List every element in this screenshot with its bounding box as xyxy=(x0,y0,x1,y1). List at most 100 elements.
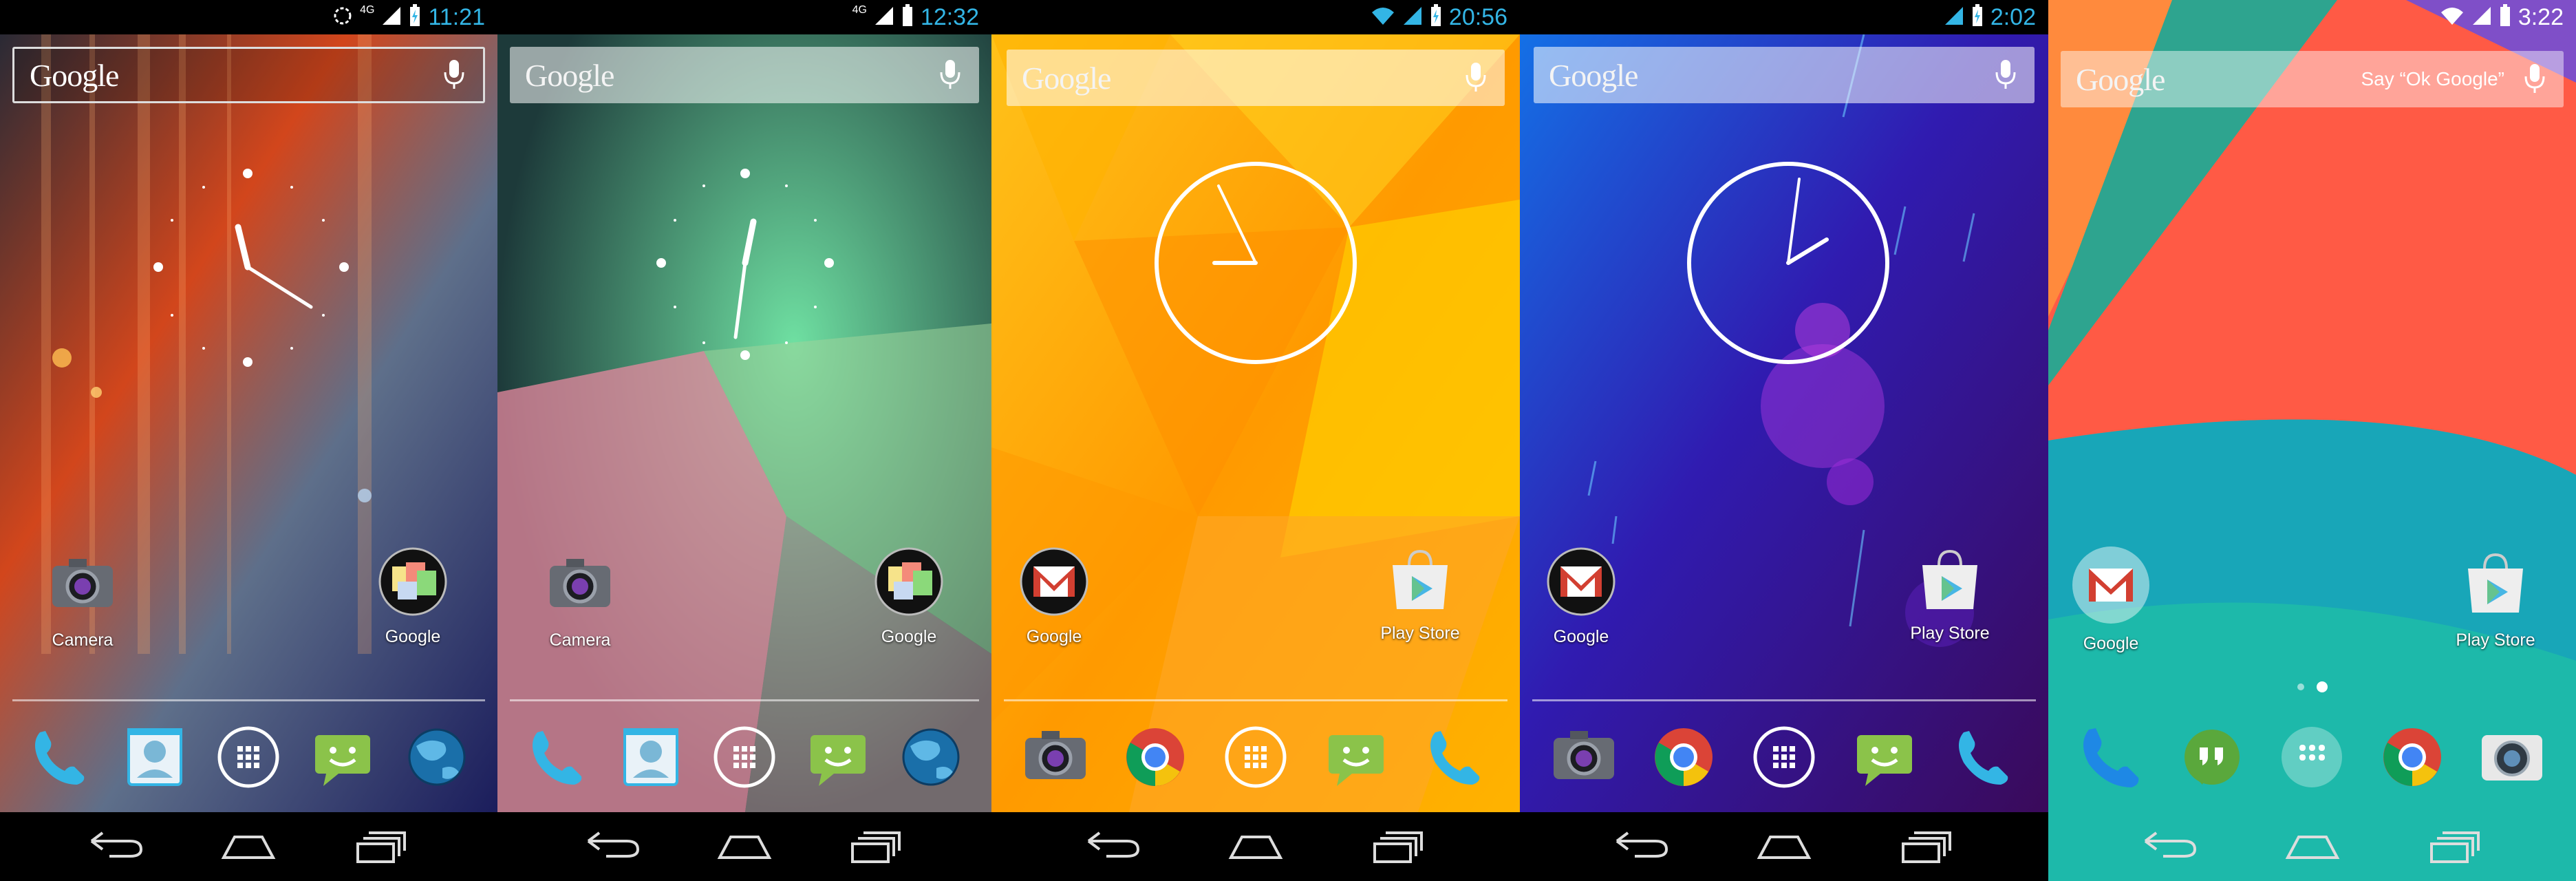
phone-screen-3: 20:56 Google Google Play Store xyxy=(991,0,1520,881)
app-label: Google xyxy=(881,627,937,646)
back-icon[interactable] xyxy=(80,826,149,867)
google-search-bar[interactable]: Google xyxy=(1007,50,1505,106)
chrome-icon[interactable] xyxy=(1646,719,1721,795)
app-google-folder[interactable]: Google xyxy=(1523,544,1640,647)
back-icon[interactable] xyxy=(1606,826,1675,867)
phone-icon[interactable] xyxy=(1418,719,1494,795)
app-camera[interactable]: Camera xyxy=(522,547,638,650)
back-icon[interactable] xyxy=(1077,826,1146,867)
app-play-store[interactable]: Play Store xyxy=(1891,547,2008,644)
app-drawer-icon[interactable] xyxy=(1218,719,1294,795)
home-icon[interactable] xyxy=(214,826,283,867)
analog-clock[interactable] xyxy=(144,158,351,372)
camera-icon[interactable] xyxy=(1018,719,1093,795)
microphone-icon[interactable] xyxy=(2521,61,2548,98)
analog-clock[interactable] xyxy=(1685,160,1891,366)
google-search-bar[interactable]: Google Say “Ok Google” xyxy=(2061,51,2564,107)
browser-globe-icon[interactable] xyxy=(893,719,969,795)
microphone-icon[interactable] xyxy=(936,56,964,94)
screenshot-strip: 4G 11:21 Google Camera Google 4G 12:32 G… xyxy=(0,0,2576,881)
recents-icon[interactable] xyxy=(348,826,417,867)
back-icon[interactable] xyxy=(2134,826,2203,867)
camera-icon[interactable] xyxy=(1546,719,1622,795)
battery-icon xyxy=(409,3,421,31)
chrome-icon[interactable] xyxy=(1117,719,1193,795)
google-logo: Google xyxy=(30,57,119,93)
browser-globe-icon[interactable] xyxy=(399,719,475,795)
app-label: Play Store xyxy=(2456,630,2535,650)
google-logo: Google xyxy=(525,57,614,93)
google-search-bar[interactable]: Google xyxy=(1534,47,2035,103)
messaging-icon[interactable] xyxy=(1318,719,1394,795)
app-play-store[interactable]: Play Store xyxy=(2437,547,2554,650)
phone-icon[interactable] xyxy=(520,719,596,795)
google-search-bar[interactable]: Google xyxy=(12,47,485,103)
hangouts-icon[interactable] xyxy=(2174,719,2250,795)
dock-divider xyxy=(510,699,979,701)
app-google-folder[interactable]: Google xyxy=(996,544,1113,647)
app-google-folder[interactable]: Google xyxy=(2052,544,2169,654)
app-google-folder[interactable]: Google xyxy=(354,544,471,647)
home-icon[interactable] xyxy=(1750,826,1818,867)
navigation-bar xyxy=(991,812,1520,881)
recents-icon[interactable] xyxy=(2422,826,2491,867)
battery-icon xyxy=(1971,3,1984,31)
play-store-icon xyxy=(1391,550,1449,611)
signal-icon xyxy=(381,6,402,30)
app-camera[interactable]: Camera xyxy=(24,547,141,650)
google-logo: Google xyxy=(1022,60,1111,96)
status-bar: 3:22 xyxy=(2048,0,2576,34)
messaging-icon[interactable] xyxy=(305,719,380,795)
analog-clock[interactable] xyxy=(642,158,848,372)
app-drawer-icon[interactable] xyxy=(2274,719,2350,795)
home-icon[interactable] xyxy=(710,826,779,867)
page-indicator xyxy=(2048,681,2576,692)
app-drawer-icon[interactable] xyxy=(1746,719,1822,795)
home-icon[interactable] xyxy=(2278,826,2347,867)
recents-icon[interactable] xyxy=(843,826,912,867)
camera-icon[interactable] xyxy=(2474,719,2550,795)
signal-icon xyxy=(1944,6,1964,30)
page-dot[interactable] xyxy=(2297,683,2304,690)
battery-icon xyxy=(1430,3,1442,31)
analog-clock[interactable] xyxy=(1152,160,1359,366)
dock-divider xyxy=(1004,699,1507,701)
status-time: 20:56 xyxy=(1448,3,1507,30)
google-search-bar[interactable]: Google xyxy=(510,47,979,103)
phone-screen-4: 2:02 Google Google Play Store xyxy=(1520,0,2048,881)
microphone-icon[interactable] xyxy=(440,56,468,94)
app-drawer-icon[interactable] xyxy=(707,719,782,795)
recents-icon[interactable] xyxy=(1893,826,1962,867)
people-icon[interactable] xyxy=(117,719,193,795)
navigation-bar xyxy=(2048,812,2576,881)
gmail-folder-icon xyxy=(1547,547,1616,616)
status-bar: 4G 12:32 xyxy=(497,0,991,34)
phone-icon[interactable] xyxy=(1946,719,2022,795)
home-icon[interactable] xyxy=(1221,826,1290,867)
battery-icon xyxy=(901,3,914,31)
wallpaper xyxy=(0,34,497,812)
signal-icon xyxy=(874,6,894,30)
dock xyxy=(2048,716,2576,798)
people-icon[interactable] xyxy=(613,719,689,795)
messaging-icon[interactable] xyxy=(1847,719,1922,795)
play-store-icon xyxy=(2467,553,2524,614)
microphone-icon[interactable] xyxy=(1462,59,1490,97)
phone-icon[interactable] xyxy=(23,719,98,795)
phone-icon[interactable] xyxy=(2074,719,2150,795)
app-label: Camera xyxy=(52,630,114,650)
app-label: Play Store xyxy=(1380,624,1460,643)
back-icon[interactable] xyxy=(577,826,646,867)
recents-icon[interactable] xyxy=(1365,826,1434,867)
play-store-icon xyxy=(1921,550,1979,611)
dock xyxy=(0,716,497,798)
app-drawer-icon[interactable] xyxy=(211,719,286,795)
chrome-icon[interactable] xyxy=(2374,719,2450,795)
navigation-bar xyxy=(0,812,497,881)
messaging-icon[interactable] xyxy=(800,719,876,795)
app-google-folder[interactable]: Google xyxy=(850,544,967,647)
network-type: 4G xyxy=(852,4,867,16)
page-dot-active[interactable] xyxy=(2316,681,2328,692)
microphone-icon[interactable] xyxy=(1992,56,2019,94)
app-play-store[interactable]: Play Store xyxy=(1362,547,1479,644)
